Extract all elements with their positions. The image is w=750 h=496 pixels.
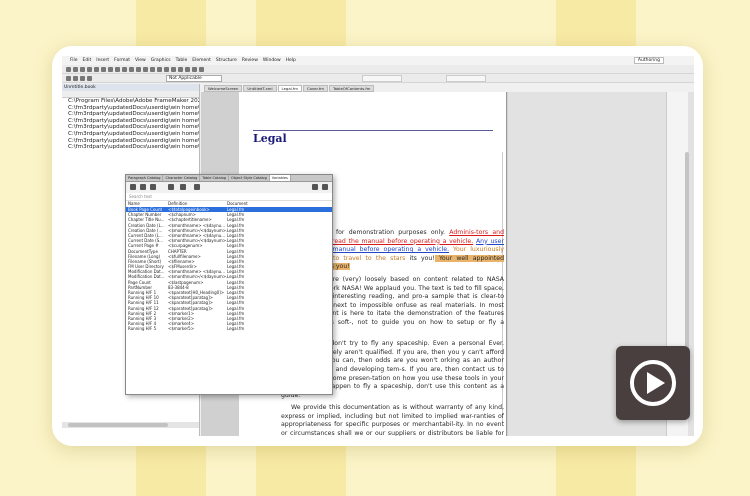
menu-window[interactable]: Window <box>263 58 281 63</box>
image-icon[interactable] <box>192 67 197 72</box>
copy-icon[interactable] <box>108 67 113 72</box>
new-variable-icon[interactable] <box>130 184 136 190</box>
menu-bar: File Edit Insert Format View Graphics Ta… <box>62 56 694 65</box>
book-pane-toolbar <box>62 91 199 98</box>
paragraph: We provide this documentation as is with… <box>281 404 504 436</box>
book-file-item[interactable]: C:\fm3rdparty\updatedDocs\userdig\win ho… <box>62 138 199 145</box>
panel-tabs: Paragraph Catalog Character Catalog Tabl… <box>126 175 332 182</box>
numbered-list-icon[interactable] <box>178 67 183 72</box>
format-toolbar: Not Applicable <box>62 74 694 83</box>
workspace-switcher[interactable]: Authoring <box>633 57 664 64</box>
menu-review[interactable]: Review <box>242 58 258 63</box>
variable-name: Running H/F 5 <box>128 326 157 332</box>
justify-icon[interactable] <box>164 67 169 72</box>
header-rule <box>253 130 493 131</box>
book-file-item[interactable]: C:\Program Files\Adobe\Adobe FrameMaker … <box>62 98 199 105</box>
paragraph-format-select[interactable]: Not Applicable <box>166 75 222 82</box>
book-file-item[interactable]: C:\fm3rdparty\updatedDocs\userdig\win ho… <box>62 105 199 112</box>
update-icon[interactable] <box>194 184 200 190</box>
book-pane-scrollbar[interactable] <box>62 422 199 428</box>
tab-welcome[interactable]: WelcomeScreen <box>204 85 243 92</box>
scroll-thumb[interactable] <box>68 423 168 427</box>
variables-list: Book Page Count <$totalpageinbook> Legal.f… <box>126 207 332 332</box>
page-heading: Legal <box>253 132 287 145</box>
print-icon[interactable] <box>80 67 85 72</box>
italic-icon[interactable] <box>129 67 134 72</box>
cut-icon[interactable] <box>101 67 106 72</box>
intro-end-text: its you! <box>409 254 435 262</box>
link-icon[interactable] <box>199 67 204 72</box>
play-button[interactable] <box>616 346 690 420</box>
vertical-scrollbar[interactable] <box>685 152 689 352</box>
book-pane-title: Unmtitle.book <box>62 84 199 91</box>
menu-edit[interactable]: Edit <box>83 58 92 63</box>
menu-insert[interactable]: Insert <box>96 58 109 63</box>
tab-toc[interactable]: TableOfContents.fm <box>328 85 375 92</box>
tab-untitled[interactable]: UntitledT.xml <box>243 85 277 92</box>
convert-icon[interactable] <box>180 184 186 190</box>
character-format-select[interactable] <box>362 75 402 82</box>
menu-structure[interactable]: Structure <box>216 58 237 63</box>
font-icon[interactable] <box>73 76 78 81</box>
align-left-icon[interactable] <box>143 67 148 72</box>
edit-variable-icon[interactable] <box>140 184 146 190</box>
framemaker-window: File Edit Insert Format View Graphics Ta… <box>62 56 694 436</box>
align-right-icon[interactable] <box>157 67 162 72</box>
tab-table-catalog[interactable]: Table Catalog <box>200 175 229 181</box>
tab-object-style-catalog[interactable]: Object Style Catalog <box>229 175 270 181</box>
undo-icon[interactable] <box>87 67 92 72</box>
filter-icon[interactable] <box>312 184 318 190</box>
tab-character-catalog[interactable]: Character Catalog <box>163 175 201 181</box>
bullet-list-icon[interactable] <box>171 67 176 72</box>
menu-file[interactable]: File <box>70 58 78 63</box>
variable-row[interactable]: Running H/F 5 <$marker5> Legal.fm <box>126 326 332 331</box>
panel-search-input[interactable]: Search text <box>126 193 332 201</box>
variables-panel: Paragraph Catalog Character Catalog Tabl… <box>125 174 333 395</box>
play-icon <box>630 360 676 406</box>
book-file-item[interactable]: C:\fm3rdparty\updatedDocs\userdig\win ho… <box>62 118 199 125</box>
book-file-item[interactable]: C:\fm3rdparty\updatedDocs\userdig\win ho… <box>62 124 199 131</box>
insert-variable-icon[interactable] <box>168 184 174 190</box>
menu-format[interactable]: Format <box>114 58 130 63</box>
table-icon[interactable] <box>185 67 190 72</box>
menu-element[interactable]: Element <box>192 58 211 63</box>
underline-icon[interactable] <box>136 67 141 72</box>
align-center-icon[interactable] <box>150 67 155 72</box>
open-icon[interactable] <box>73 67 78 72</box>
toolbar-icons <box>66 67 206 72</box>
document-tabs: WelcomeScreen UntitledT.xml Legal.fm Cov… <box>204 85 375 92</box>
menu-help[interactable]: Help <box>286 58 296 63</box>
menu-view[interactable]: View <box>135 58 146 63</box>
book-file-item[interactable]: C:\fm3rdparty\updatedDocs\userdig\win ho… <box>62 111 199 118</box>
refresh-icon[interactable] <box>322 184 328 190</box>
tag-select[interactable] <box>446 75 486 82</box>
paste-icon[interactable] <box>115 67 120 72</box>
variable-definition: <$marker5> <box>168 326 195 332</box>
style-icon[interactable] <box>66 76 71 81</box>
book-file-item[interactable]: C:\fm3rdparty\updatedDocs\userdig\win ho… <box>62 131 199 138</box>
bold-icon[interactable] <box>122 67 127 72</box>
book-file-item[interactable]: C:\fm3rdparty\updatedDocs\userdig\win ho… <box>62 144 199 151</box>
tab-variables[interactable]: Variables <box>269 175 291 181</box>
color-icon[interactable] <box>87 76 92 81</box>
delete-variable-icon[interactable] <box>150 184 156 190</box>
tab-cover[interactable]: Cover.fm <box>302 85 328 92</box>
screenshot-card: File Edit Insert Format View Graphics Ta… <box>52 46 703 446</box>
variable-document: Legal.fm <box>227 326 245 332</box>
format-toolbar-icons <box>66 76 94 81</box>
main-toolbar <box>62 65 694 74</box>
size-icon[interactable] <box>80 76 85 81</box>
menu-table[interactable]: Table <box>176 58 188 63</box>
panel-toolbar <box>126 182 332 193</box>
save-icon[interactable] <box>66 67 71 72</box>
redo-icon[interactable] <box>94 67 99 72</box>
tab-legal[interactable]: Legal.fm <box>277 85 302 92</box>
menu-graphics[interactable]: Graphics <box>151 58 171 63</box>
tab-paragraph-catalog[interactable]: Paragraph Catalog <box>126 175 164 181</box>
